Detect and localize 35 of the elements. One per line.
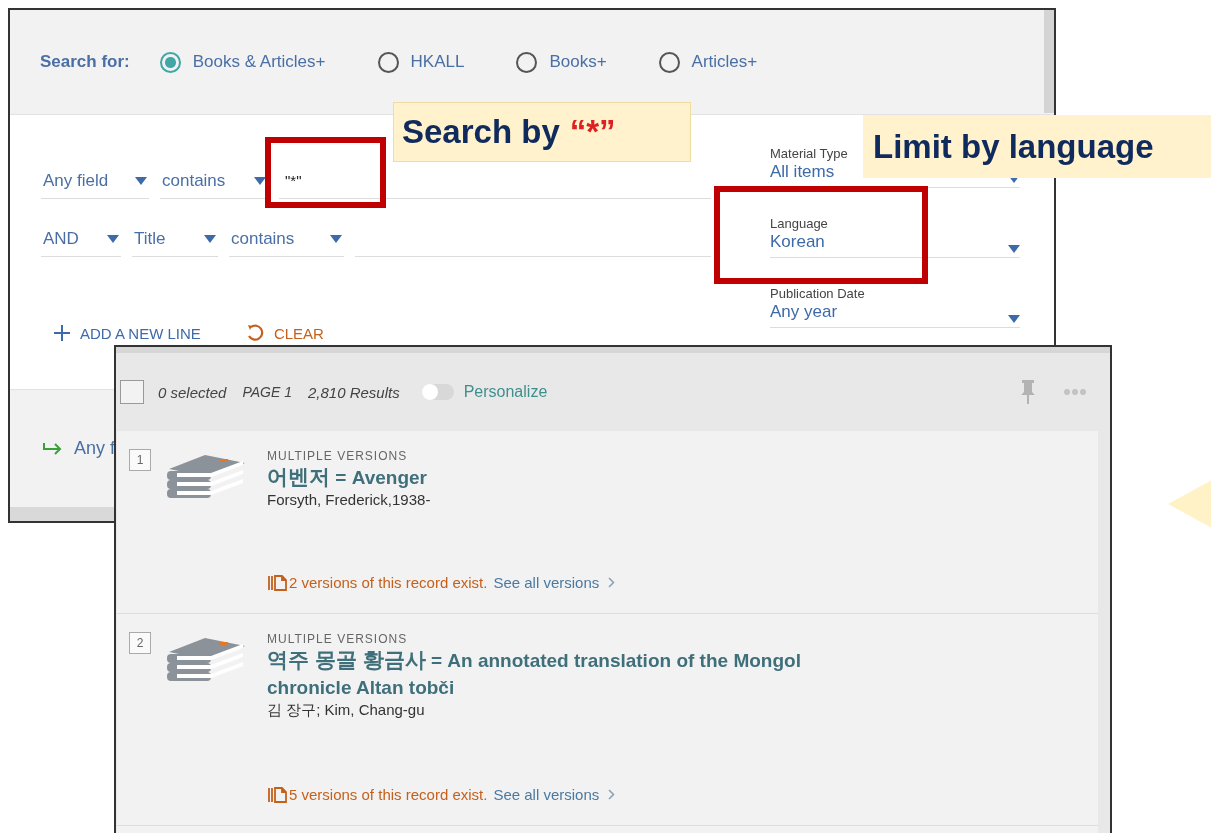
filter-dropdown[interactable]: Publication Date Any year <box>770 286 1020 328</box>
record-type-label: MULTIPLE VERSIONS <box>267 632 409 646</box>
versions-note: 2 versions of this record exist. <box>289 574 488 591</box>
field-dropdown[interactable]: Any field <box>41 167 149 199</box>
boolean-dropdown[interactable]: AND <box>41 225 121 257</box>
scope-radio[interactable]: Books+ <box>516 51 607 73</box>
operator-dropdown[interactable]: contains <box>229 225 344 257</box>
filter-dropdown[interactable]: Language Korean <box>770 216 1020 258</box>
field-dropdown[interactable]: Title <box>132 225 218 257</box>
record-title[interactable]: 어벤저 = Avenger <box>267 463 1086 491</box>
callout-tooltip: Limit by language <box>863 115 1211 178</box>
scope-radio[interactable]: Books & Articles+ <box>159 51 326 73</box>
result-item[interactable]: 1 MULTIPLE VERSIONS 어벤저 = Avenger Forsyth, Frederick,1938- 2 versions of this record exist. See all versions <box>117 431 1098 614</box>
clear-button[interactable]: CLEAR <box>244 323 324 343</box>
selected-count: 0 selected <box>158 383 227 401</box>
scope-radio[interactable]: Articles+ <box>658 51 758 73</box>
callout-tooltip: Search by “*” <box>393 102 691 162</box>
operator-dropdown[interactable]: contains <box>160 167 268 199</box>
page-number: PAGE 1 <box>242 384 292 400</box>
record-title[interactable]: 역주 몽골 황금사 = An annotated translation of the Mongol chronicle Altan tobči <box>267 646 1086 701</box>
record-author: 김 장구; Kim, Chang-gu <box>267 701 426 720</box>
personalize-label: Personalize <box>463 383 548 401</box>
see-all-versions-link[interactable]: See all versions <box>493 786 600 803</box>
result-count: 2,810 Results <box>307 383 400 401</box>
record-type-label: MULTIPLE VERSIONS <box>267 449 409 463</box>
result-number: 1 <box>129 449 151 471</box>
result-number: 2 <box>129 632 151 654</box>
search-for-label: Search for: <box>40 52 130 72</box>
versions-note: 5 versions of this record exist. <box>289 786 488 803</box>
add-line-button[interactable]: ADD A NEW LINE <box>53 323 201 343</box>
query-input[interactable]: "*" <box>279 167 711 199</box>
result-item[interactable]: 2 MULTIPLE VERSIONS 역주 몽골 황금사 = An annotated translation of the Mongol chronicle Altan tobči 김 장구; Kim, Chang-gu 5 versions of this record exist. See all versions <box>117 614 1098 826</box>
see-all-versions-link[interactable]: See all versions <box>493 574 600 591</box>
scope-radio[interactable]: HKALL <box>377 51 465 73</box>
record-author: Forsyth, Frederick,1938- <box>267 491 432 508</box>
